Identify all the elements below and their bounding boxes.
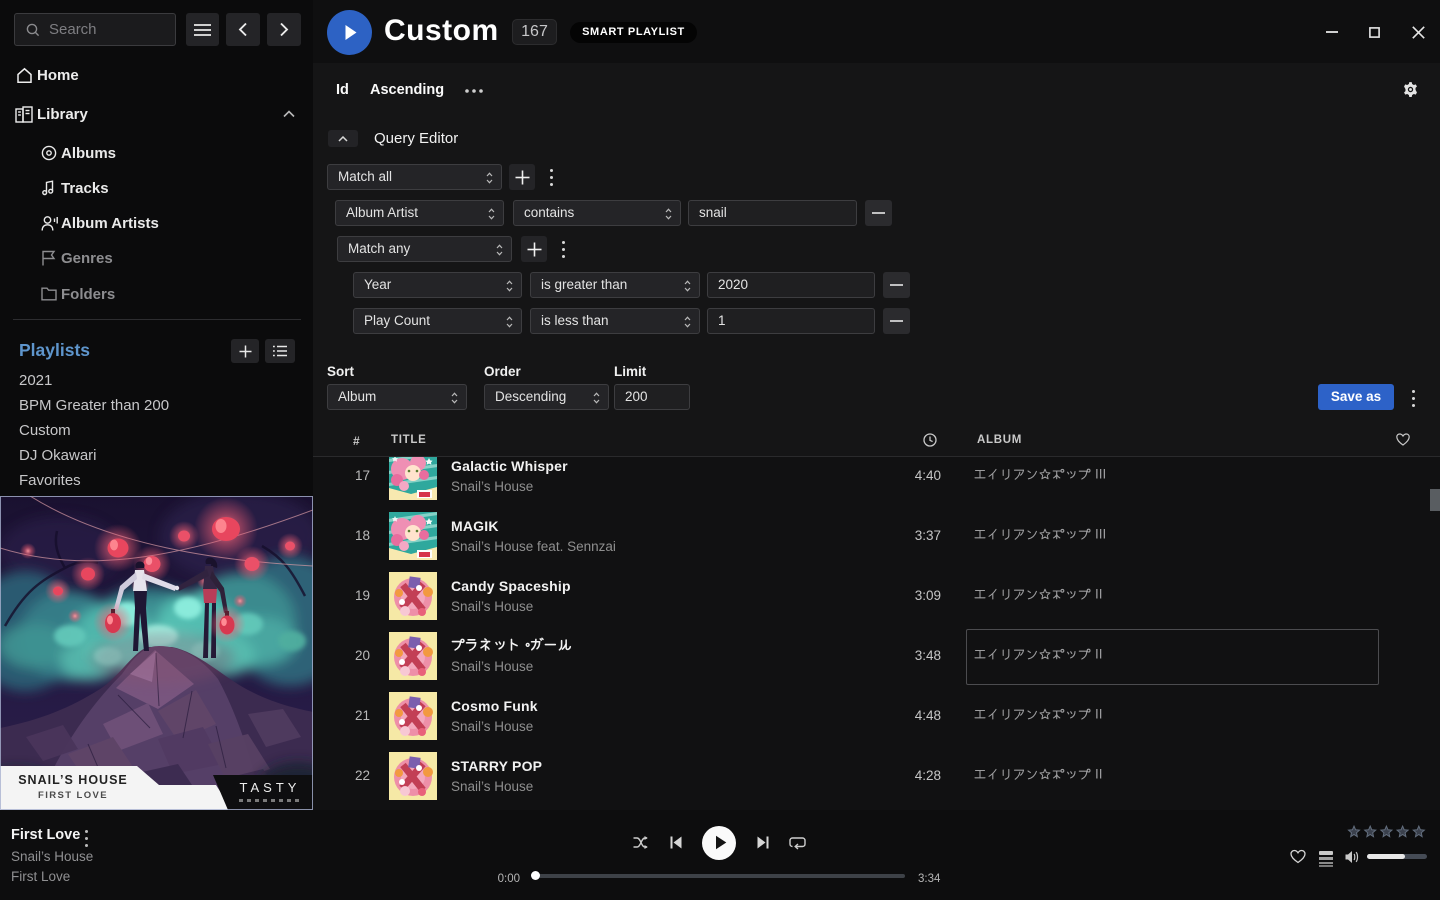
svg-text:FIRST LOVE: FIRST LOVE bbox=[38, 790, 108, 801]
svg-text:II: II bbox=[1095, 587, 1103, 602]
svg-text:III: III bbox=[1095, 467, 1106, 482]
svg-text:SNAIL’S HOUSE: SNAIL’S HOUSE bbox=[18, 773, 128, 787]
svg-text:II: II bbox=[1095, 767, 1103, 782]
svg-text:II: II bbox=[1095, 707, 1103, 722]
svg-text:III: III bbox=[1095, 527, 1106, 542]
svg-text:TASTY: TASTY bbox=[240, 780, 301, 795]
